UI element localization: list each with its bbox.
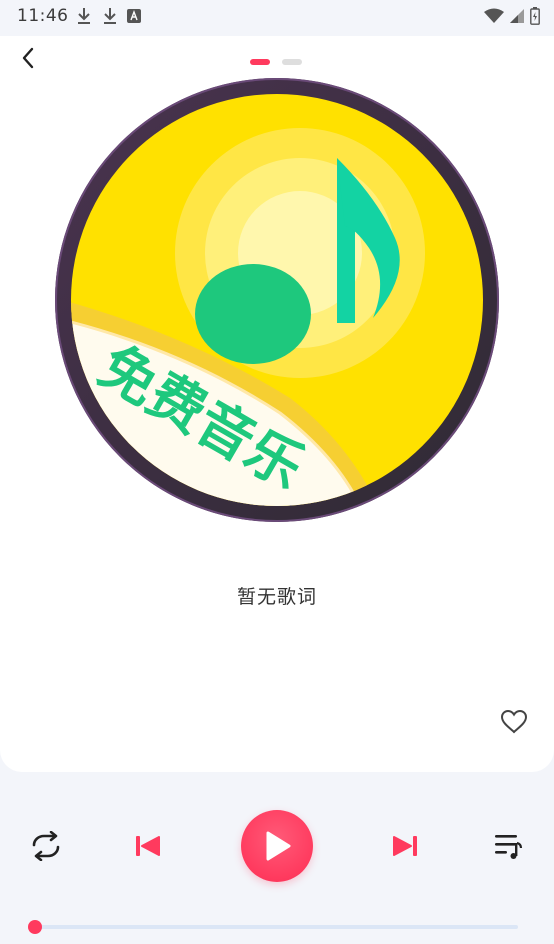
chevron-left-icon <box>22 47 34 69</box>
progress-bar[interactable] <box>28 919 522 935</box>
previous-button[interactable] <box>126 828 170 864</box>
status-system-icons <box>484 5 540 27</box>
playlist-button[interactable] <box>486 828 530 864</box>
page-dot-inactive[interactable] <box>282 59 302 65</box>
player-card: 免费音乐 暂无歌词 <box>0 36 554 772</box>
page-dot-active[interactable] <box>250 59 270 65</box>
favorite-button[interactable] <box>498 706 530 738</box>
play-icon <box>266 831 291 861</box>
signal-icon <box>510 9 524 23</box>
download-icon <box>104 8 116 24</box>
status-notification-icons <box>75 5 141 27</box>
progress-track[interactable] <box>34 925 518 929</box>
wifi-icon <box>484 8 504 23</box>
progress-thumb[interactable] <box>28 920 42 934</box>
text-badge-icon <box>127 9 141 23</box>
lyrics-text: 暂无歌词 <box>236 586 317 608</box>
repeat-button[interactable] <box>24 828 68 864</box>
battery-icon <box>530 7 540 25</box>
page-indicator <box>250 59 302 65</box>
playback-controls <box>0 806 554 886</box>
status-bar: 11:46 <box>0 0 554 36</box>
status-time: 11:46 <box>17 6 69 26</box>
back-button[interactable] <box>12 42 44 74</box>
download-icon <box>78 8 90 24</box>
skip-previous-icon <box>136 836 160 856</box>
playlist-icon <box>495 835 523 859</box>
repeat-icon <box>32 831 60 861</box>
next-button[interactable] <box>383 828 427 864</box>
heart-outline-icon <box>500 709 528 734</box>
skip-next-icon <box>393 836 417 856</box>
album-art: 免费音乐 <box>55 78 499 522</box>
album-disc: 免费音乐 <box>55 78 499 522</box>
play-button[interactable] <box>241 810 313 882</box>
